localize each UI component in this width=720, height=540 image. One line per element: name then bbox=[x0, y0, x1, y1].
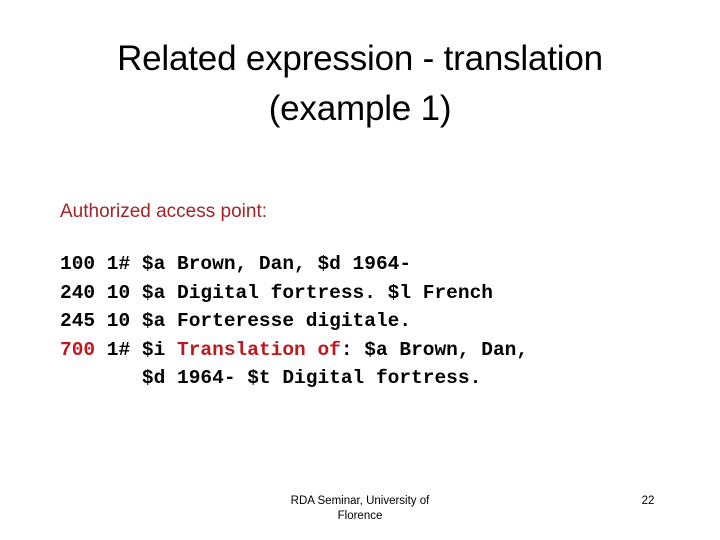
marc-segment: Translation of bbox=[177, 338, 341, 361]
marc-segment: 240 10 $a Digital fortress. $l French bbox=[60, 281, 493, 304]
marc-segment: $d 1964- $t Digital fortress. bbox=[60, 367, 482, 389]
slide-title-line-1: Related expression - translation bbox=[117, 39, 603, 78]
marc-segment: 100 1# $a Brown, Dan, $d 1964- bbox=[60, 253, 412, 275]
marc-record-row: 100 1# $a Brown, Dan, $d 1964- bbox=[60, 250, 680, 279]
marc-segment: 1# $i bbox=[95, 338, 178, 361]
marc-record-row: 245 10 $a Forteresse digitale. bbox=[60, 307, 680, 336]
marc-record-block: 100 1# $a Brown, Dan, $d 1964- 240 10 $a … bbox=[60, 250, 680, 393]
marc-segment: : $a Brown, Dan, bbox=[340, 338, 529, 361]
marc-segment: 700 bbox=[60, 338, 96, 361]
marc-record-row: 240 10 $a Digital fortress. $l French bbox=[60, 279, 680, 308]
slide-page-number: 22 bbox=[641, 495, 655, 507]
slide-title: Related expression - translation (exampl… bbox=[36, 34, 684, 134]
marc-record-row: $d 1964- $t Digital fortress. bbox=[60, 364, 680, 393]
slide-body: Authorized access point: 100 1# $a Brown… bbox=[60, 200, 680, 393]
marc-record-row: 700 1# $i Translation of: $a Brown, Dan, bbox=[60, 336, 680, 365]
authorized-access-point-heading: Authorized access point: bbox=[60, 201, 268, 222]
slide-title-line-2: (example 1) bbox=[268, 89, 452, 128]
footer-event-line-2: Florence bbox=[337, 510, 383, 522]
footer-event-line-1: RDA Seminar, University of bbox=[290, 495, 430, 507]
slide-canvas: Related expression - translation (exampl… bbox=[0, 0, 720, 540]
marc-segment: 245 10 $a Forteresse digitale. bbox=[60, 310, 412, 332]
footer-event-label: RDA Seminar, University of Florence bbox=[216, 494, 504, 524]
